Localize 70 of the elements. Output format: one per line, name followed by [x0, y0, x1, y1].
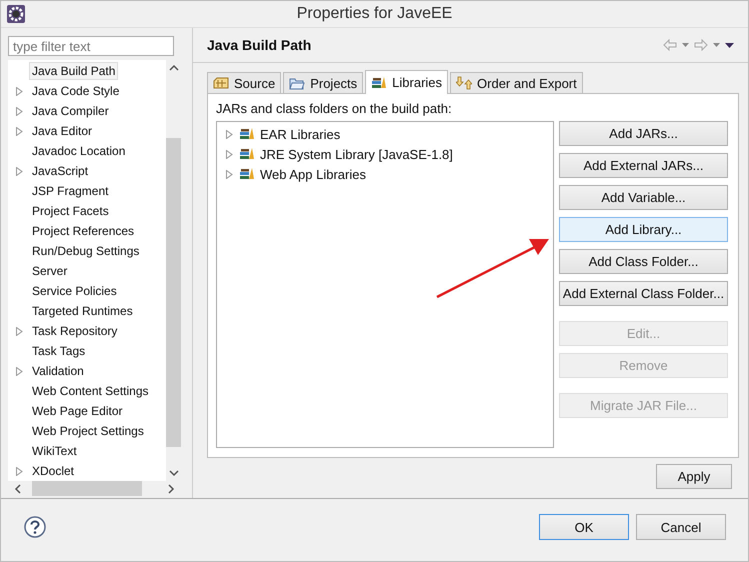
- sidebar-item[interactable]: Web Content Settings: [29, 382, 152, 400]
- apply-button[interactable]: Apply: [656, 464, 732, 489]
- sidebar-item[interactable]: Targeted Runtimes: [29, 302, 136, 320]
- expand-triangle-icon[interactable]: [16, 326, 23, 336]
- scroll-up-icon[interactable]: [168, 64, 178, 72]
- sidebar-item[interactable]: JavaScript: [29, 162, 92, 180]
- sidebar-item[interactable]: Task Tags: [29, 342, 88, 360]
- sidebar-item[interactable]: WikiText: [29, 442, 80, 460]
- expand-triangle-icon[interactable]: [16, 166, 23, 176]
- scroll-right-icon[interactable]: [167, 484, 175, 494]
- sidebar-item[interactable]: JSP Fragment: [29, 182, 112, 200]
- sidebar-item[interactable]: Web Page Editor: [29, 402, 126, 420]
- expand-triangle-icon[interactable]: [16, 366, 23, 376]
- filter-field[interactable]: type filter text: [8, 36, 174, 56]
- sidebar-item[interactable]: Run/Debug Settings: [29, 242, 142, 260]
- sidebar-item[interactable]: Project References: [29, 222, 138, 240]
- library-list[interactable]: EAR Libraries JRE System Library [JavaSE-1.8] Web App Libraries: [216, 121, 554, 448]
- sidebar-item[interactable]: Server: [29, 262, 70, 280]
- tab[interactable]: Source: [207, 72, 282, 93]
- library-item[interactable]: JRE System Library [JavaSE-1.8]: [260, 146, 453, 162]
- action-button[interactable]: Add Class Folder...: [559, 249, 728, 274]
- expand-triangle-icon[interactable]: [16, 126, 23, 136]
- gear-icon: [7, 5, 25, 23]
- sidebar-item[interactable]: Java Code Style: [29, 82, 122, 100]
- page-title: Java Build Path: [207, 37, 312, 53]
- books-icon: [239, 127, 255, 141]
- expand-triangle-icon[interactable]: [16, 106, 23, 116]
- sidebar-item[interactable]: Java Compiler: [29, 102, 112, 120]
- sidebar-item[interactable]: Task Repository: [29, 322, 120, 340]
- folder-icon: [289, 76, 306, 90]
- action-button[interactable]: Add External JARs...: [559, 153, 728, 178]
- sidebar-item[interactable]: Validation: [29, 362, 87, 380]
- books-icon: [239, 147, 255, 161]
- expand-triangle-icon[interactable]: [16, 86, 23, 96]
- tab[interactable]: Libraries: [365, 70, 448, 94]
- expand-triangle-icon[interactable]: [226, 150, 234, 158]
- action-button[interactable]: Add Variable...: [559, 185, 728, 210]
- books-icon: [239, 167, 255, 181]
- sidebar-item[interactable]: Javadoc Location: [29, 142, 128, 160]
- package-icon: [213, 76, 229, 90]
- forward-arrow-icon[interactable]: [694, 39, 708, 51]
- tab[interactable]: Projects: [283, 72, 364, 93]
- expand-triangle-icon[interactable]: [226, 170, 234, 178]
- action-button[interactable]: Add JARs...: [559, 121, 728, 146]
- help-icon[interactable]: [24, 516, 46, 538]
- library-item[interactable]: EAR Libraries: [260, 126, 340, 142]
- list-label: JARs and class folders on the build path:: [216, 101, 453, 116]
- sidebar-item[interactable]: Java Build Path: [29, 62, 118, 80]
- action-button[interactable]: Add External Class Folder...: [559, 281, 728, 306]
- action-button[interactable]: Add Library...: [559, 217, 728, 242]
- expand-triangle-icon[interactable]: [226, 130, 234, 138]
- library-item[interactable]: Web App Libraries: [260, 166, 366, 182]
- sidebar-item[interactable]: Project Facets: [29, 202, 112, 220]
- books-icon: [371, 76, 388, 90]
- back-arrow-icon[interactable]: [663, 39, 677, 51]
- dropdown-caret-icon[interactable]: [713, 43, 720, 47]
- sidebar-item[interactable]: Web Project Settings: [29, 422, 147, 440]
- dropdown-caret-icon[interactable]: [682, 43, 689, 47]
- dialog-button[interactable]: OK: [539, 514, 629, 540]
- up-down-arrows-icon: [456, 76, 472, 90]
- dialog-button[interactable]: Cancel: [636, 514, 726, 540]
- scroll-down-icon[interactable]: [168, 469, 178, 477]
- sidebar-item[interactable]: XDoclet: [29, 462, 78, 480]
- expand-triangle-icon[interactable]: [16, 466, 23, 476]
- menu-caret-icon[interactable]: [725, 42, 734, 48]
- scroll-left-icon[interactable]: [14, 484, 22, 494]
- sidebar-item[interactable]: Java Editor: [29, 122, 96, 140]
- sidebar-item[interactable]: Service Policies: [29, 282, 120, 300]
- tab[interactable]: Order and Export: [450, 72, 583, 93]
- window-title: Properties for JaveEE: [296, 5, 452, 23]
